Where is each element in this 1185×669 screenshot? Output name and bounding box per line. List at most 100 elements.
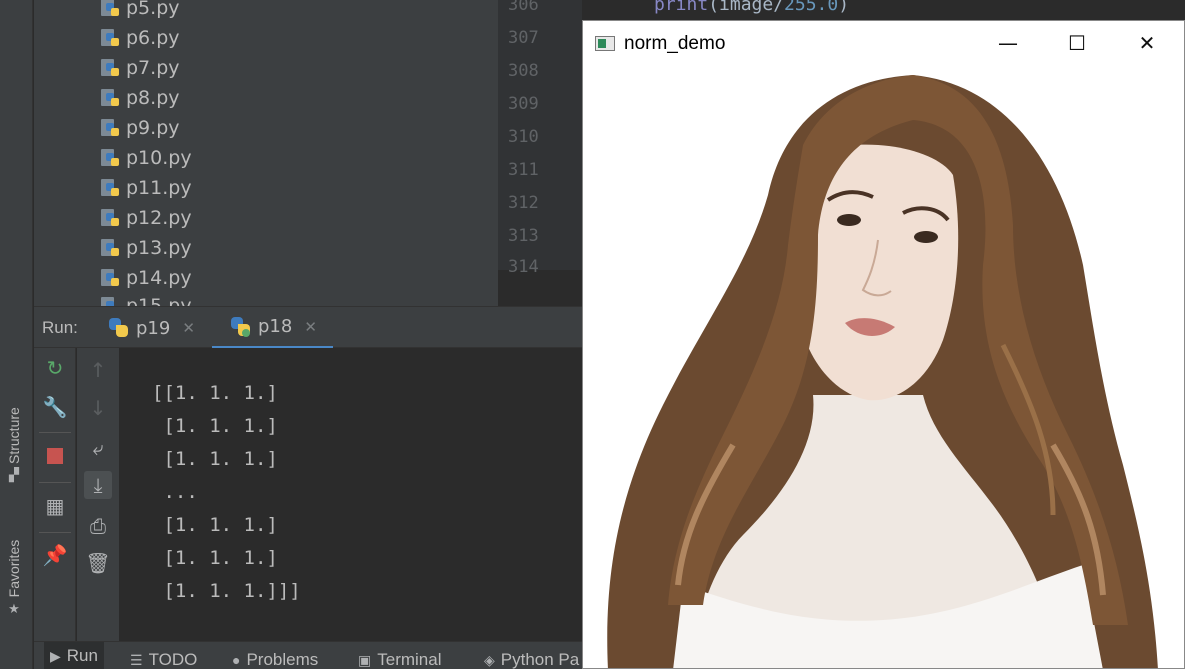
file-name: p5.py (126, 0, 180, 19)
star-icon: ★ (8, 601, 20, 617)
wrench-icon[interactable]: 🔧 (41, 393, 69, 421)
line-number: 313 (508, 226, 539, 246)
arrow-down-icon[interactable]: ↓ (84, 394, 112, 422)
console-line: [1. 1. 1.] (152, 448, 278, 470)
bottom-tab-label: TODO (148, 650, 198, 669)
terminal-icon: ▣ (358, 651, 372, 668)
code-line[interactable]: print(image/255.0) (654, 0, 849, 15)
python-file-icon (100, 296, 120, 306)
tree-file-item[interactable]: p6.py (100, 25, 180, 51)
run-tab-label: p18 (258, 316, 293, 337)
python-file-icon (100, 28, 120, 48)
file-name: p12.py (126, 207, 192, 229)
minimize-button[interactable]: — (992, 29, 1024, 57)
file-name: p7.py (126, 57, 180, 79)
list-icon: ☰ (130, 651, 143, 668)
tree-file-item[interactable]: p11.py (100, 175, 192, 201)
tree-file-item[interactable]: p15.py (100, 293, 192, 306)
close-icon[interactable]: ✕ (304, 318, 317, 336)
tree-file-item[interactable]: p8.py (100, 85, 180, 111)
python-file-icon (100, 148, 120, 168)
image-window[interactable]: norm_demo — ☐ ✕ (582, 20, 1185, 669)
structure-tool-tab[interactable]: ▞ Structure (6, 407, 22, 482)
trash-icon[interactable]: 🗑 (84, 549, 112, 577)
python-file-icon (100, 118, 120, 138)
rerun-icon[interactable]: ↻ (41, 354, 69, 382)
window-app-icon (595, 36, 615, 51)
arrow-up-icon[interactable]: ↑ (84, 356, 112, 384)
console-line: [1. 1. 1.] (152, 415, 278, 437)
file-name: p9.py (126, 117, 180, 139)
close-icon[interactable]: ✕ (182, 319, 195, 337)
favorites-label: Favorites (6, 539, 22, 598)
bottom-tab-problems[interactable]: ● Problems (232, 650, 318, 669)
python-icon (108, 317, 130, 339)
left-tool-strip: ▞ Structure ★ Favorites (0, 0, 33, 669)
maximize-button[interactable]: ☐ (1061, 29, 1093, 57)
bottom-tab-run[interactable]: ▶ Run (44, 642, 104, 669)
file-name: p6.py (126, 27, 180, 49)
run-tab-label: p19 (136, 317, 171, 339)
tree-file-item[interactable]: p5.py (100, 0, 180, 21)
tree-file-item[interactable]: p12.py (100, 205, 192, 231)
console-output[interactable]: [[1. 1. 1.] [1. 1. 1.] [1. 1. 1.] ... [1… (120, 348, 582, 641)
console-line: ... (152, 481, 198, 503)
pin-icon[interactable]: 📌 (41, 541, 69, 569)
bottom-tab-terminal[interactable]: ▣ Terminal (358, 650, 441, 669)
file-name: p8.py (126, 87, 180, 109)
line-number: 314 (508, 257, 539, 277)
run-label: Run: (42, 318, 78, 337)
layout-icon[interactable]: ▦ (41, 492, 69, 520)
run-tab-p18[interactable]: p18 ✕ (212, 307, 333, 349)
line-number: 309 (508, 94, 539, 114)
python-file-icon (100, 178, 120, 198)
file-name: p10.py (126, 147, 192, 169)
scroll-to-end-icon[interactable]: ⤓ (84, 471, 112, 499)
line-number: 308 (508, 61, 539, 81)
line-number: 306 (508, 0, 539, 15)
line-number: 307 (508, 28, 539, 48)
file-name: p11.py (126, 177, 192, 199)
bottom-tab-python-packages[interactable]: ◈ Python Pa (484, 650, 579, 669)
python-file-icon (100, 268, 120, 288)
python-file-icon (100, 0, 120, 18)
bottom-tab-label: Python Pa (500, 650, 580, 669)
close-button[interactable]: ✕ (1131, 29, 1163, 57)
tree-file-item[interactable]: p9.py (100, 115, 180, 141)
favorites-tool-tab[interactable]: ★ Favorites (6, 539, 22, 617)
tree-file-item[interactable]: p14.py (100, 265, 192, 291)
console-line: [1. 1. 1.] (152, 547, 278, 569)
tree-file-item[interactable]: p7.py (100, 55, 180, 81)
window-titlebar[interactable]: norm_demo — ☐ ✕ (583, 21, 1184, 65)
layers-icon: ◈ (484, 651, 495, 668)
line-number: 311 (508, 160, 539, 180)
structure-label: Structure (6, 407, 22, 464)
bottom-tab-label: Problems (246, 650, 319, 669)
toolbar-divider (39, 532, 71, 533)
python-file-icon (100, 58, 120, 78)
tree-file-item[interactable]: p10.py (100, 145, 192, 171)
line-gutter: 306 307 308 309 310 311 312 313 314 (498, 0, 582, 277)
portrait-photo (583, 65, 1184, 668)
project-tree: p5.py p6.py p7.py p8.py p9.py p10.py p11… (34, 0, 498, 306)
play-icon: ▶ (50, 647, 61, 664)
print-icon[interactable]: ⎙ (84, 512, 112, 540)
bottom-tab-todo[interactable]: ☰ TODO (130, 650, 197, 669)
soft-wrap-icon[interactable]: ⤶ (84, 434, 112, 462)
tree-file-item[interactable]: p13.py (100, 235, 192, 261)
run-toolbar-secondary: ↑ ↓ ⤶ ⤓ ⎙ 🗑 (77, 348, 119, 641)
line-number: 312 (508, 193, 539, 213)
run-tab-p19[interactable]: p19 ✕ (108, 307, 195, 349)
bottom-tab-label: Run (66, 646, 98, 665)
console-line: [1. 1. 1.]]] (152, 580, 301, 602)
file-name: p15.py (126, 295, 192, 306)
stop-icon[interactable] (41, 442, 69, 470)
structure-icon: ▞ (9, 467, 19, 482)
file-name: p14.py (126, 267, 192, 289)
run-toolbar-primary: ↻ 🔧 ▦ 📌 (34, 348, 76, 641)
python-file-icon (100, 88, 120, 108)
console-line: [[1. 1. 1.] (152, 382, 278, 404)
console-line: [1. 1. 1.] (152, 514, 278, 536)
bottom-tab-label: Terminal (377, 650, 442, 669)
file-name: p13.py (126, 237, 192, 259)
